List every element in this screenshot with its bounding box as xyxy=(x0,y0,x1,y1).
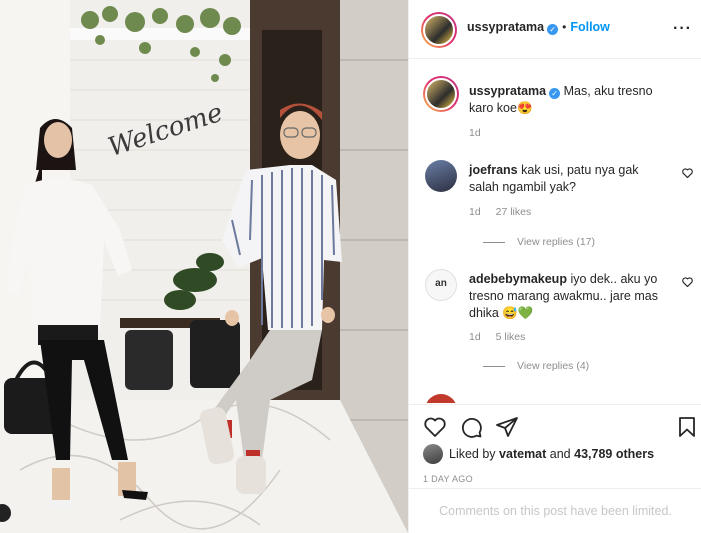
commenter-avatar[interactable] xyxy=(425,394,457,403)
comment-text-block: joefrans kak usi, patu nya gak salah nga… xyxy=(469,162,669,196)
commenter-avatar[interactable]: an xyxy=(425,269,457,301)
post-header: ussypratama ✓ • Follow ··· xyxy=(409,0,701,59)
liked-by-and: and xyxy=(549,447,571,461)
caption-time: 1d xyxy=(469,127,481,139)
bookmark-icon[interactable] xyxy=(675,415,699,439)
liked-by-count[interactable]: 43,789 others xyxy=(574,447,654,461)
replies-line xyxy=(483,365,505,367)
view-replies-button[interactable]: View replies (17) xyxy=(483,236,595,248)
post-side-panel: ussypratama ✓ • Follow ··· ussypratama ✓ Mas… xyxy=(408,0,701,533)
replies-line xyxy=(483,241,505,243)
comment-meta: 1d 27 likes xyxy=(469,206,543,218)
comment-username[interactable]: adebebymakeup xyxy=(469,272,567,286)
liker-avatar[interactable] xyxy=(423,444,443,464)
comment-meta: 1d 5 likes xyxy=(469,331,537,343)
view-replies-label: View replies (4) xyxy=(517,360,590,372)
author-username[interactable]: ussypratama xyxy=(467,20,544,34)
comment-like-heart-icon[interactable] xyxy=(682,277,693,290)
comments-limited-notice: Comments on this post have been limited. xyxy=(409,488,701,533)
comment-time: 1d xyxy=(469,331,481,343)
comment-time: 1d xyxy=(469,206,481,218)
likes-text: Liked by vatemat and 43,789 others xyxy=(449,447,654,461)
header-author-line: ussypratama ✓ • Follow xyxy=(467,20,610,35)
comments-list[interactable]: ussypratama ✓ Mas, aku tresno karo koe😍 1… xyxy=(409,60,701,403)
view-replies-label: View replies (17) xyxy=(517,236,596,248)
caption-avatar[interactable] xyxy=(423,76,459,112)
comment-username[interactable]: joefrans xyxy=(469,163,518,177)
comment-likes[interactable]: 5 likes xyxy=(496,331,526,343)
author-avatar[interactable] xyxy=(421,12,457,48)
share-icon[interactable] xyxy=(495,415,519,439)
liked-by-prefix: Liked by xyxy=(449,447,496,461)
post-photo-image: Welcome xyxy=(0,0,408,533)
commenter-avatar[interactable] xyxy=(425,160,457,192)
caption-username[interactable]: ussypratama xyxy=(469,84,546,98)
liked-by-user[interactable]: vatemat xyxy=(499,447,546,461)
action-bar xyxy=(409,404,701,444)
post-photo[interactable]: Welcome xyxy=(0,0,408,533)
heart-icon[interactable] xyxy=(423,415,447,439)
follow-button[interactable]: Follow xyxy=(570,20,610,34)
verified-icon: ✓ xyxy=(547,24,559,35)
view-replies-button[interactable]: View replies (4) xyxy=(483,360,589,372)
comment-text-block: adebebymakeup iyo dek.. aku yo tresno ma… xyxy=(469,271,669,322)
comment-icon[interactable] xyxy=(459,415,483,439)
more-icon[interactable]: ··· xyxy=(673,20,692,38)
caption-meta: 1d xyxy=(469,127,493,139)
verified-icon: ✓ xyxy=(549,88,561,99)
comment-likes[interactable]: 27 likes xyxy=(496,206,532,218)
separator-dot: • xyxy=(562,20,567,34)
post-time-ago[interactable]: 1 DAY AGO xyxy=(423,474,473,484)
comment-like-heart-icon[interactable] xyxy=(682,168,693,181)
caption-text-block: ussypratama ✓ Mas, aku tresno karo koe😍 xyxy=(469,83,669,117)
